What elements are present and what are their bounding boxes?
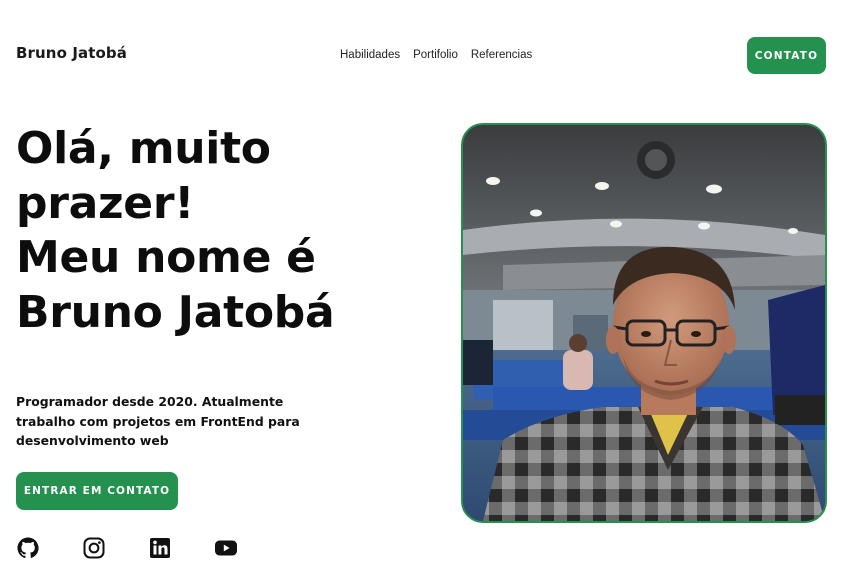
hero-title-line: Olá, muito [16, 123, 271, 174]
youtube-icon[interactable] [214, 536, 238, 560]
nav-link-referencias[interactable]: Referencias [471, 49, 532, 61]
github-icon[interactable] [16, 536, 40, 560]
instagram-icon[interactable] [82, 536, 106, 560]
contact-button[interactable]: CONTATO [747, 37, 826, 74]
hero-title-line: Bruno Jatobá [16, 286, 335, 338]
profile-photo [461, 123, 827, 523]
page: Bruno Jatobá Habilidades Portifolio Refe… [0, 0, 854, 569]
linkedin-icon[interactable] [148, 536, 172, 560]
hero-title: Olá, muito prazer! Meu nome é Bruno Jato… [16, 122, 436, 340]
hero-title-line: prazer! [16, 177, 195, 229]
profile-photo-illustration [463, 125, 825, 521]
nav-link-habilidades[interactable]: Habilidades [340, 49, 400, 61]
main-nav: Habilidades Portifolio Referencias [340, 49, 532, 61]
get-in-touch-button[interactable]: ENTRAR EM CONTATO [16, 472, 178, 510]
social-links [16, 536, 238, 560]
brand-name[interactable]: Bruno Jatobá [16, 44, 127, 62]
nav-link-portifolio[interactable]: Portifolio [413, 49, 458, 61]
hero-subtitle: Programador desde 2020. Atualmente traba… [16, 394, 300, 448]
hero-title-line: Meu nome é [16, 232, 316, 283]
